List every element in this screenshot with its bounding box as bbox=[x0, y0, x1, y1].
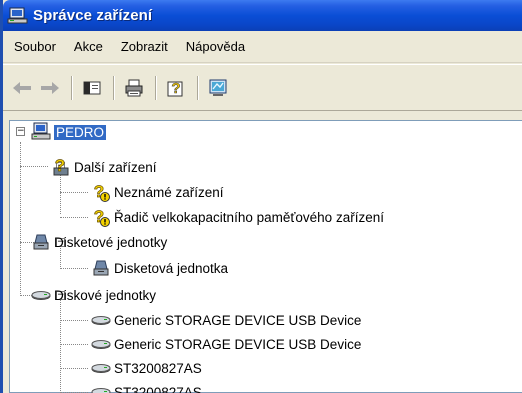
tree-node-label: Neznámé zařízení bbox=[114, 184, 224, 200]
toolbar-separator bbox=[197, 75, 199, 100]
tree-node-mass-storage-controller[interactable]: ? Řadič velkokapacitního paměťového zaří… bbox=[91, 206, 384, 228]
floppy-icon bbox=[31, 232, 51, 252]
tree-node-label: Diskové jednotky bbox=[54, 287, 157, 303]
forward-button[interactable] bbox=[37, 75, 63, 101]
scan-hardware-icon bbox=[209, 79, 227, 96]
properties-view-button[interactable] bbox=[79, 75, 105, 101]
menu-bar: Soubor Akce Zobrazit Nápověda bbox=[3, 31, 522, 63]
toolbar-separator bbox=[113, 75, 115, 100]
back-button[interactable] bbox=[9, 75, 35, 101]
tree-connector bbox=[20, 166, 48, 167]
computer-icon bbox=[31, 122, 51, 142]
tree-node-label: Disketové jednotky bbox=[54, 234, 168, 250]
toolbar-separator bbox=[155, 75, 157, 100]
tree-node-hdd-1[interactable]: ST3200827AS bbox=[91, 357, 202, 379]
scan-hardware-button[interactable] bbox=[205, 75, 231, 101]
tree-node-label: Generic STORAGE DEVICE USB Device bbox=[114, 336, 362, 352]
help-icon: ? bbox=[167, 79, 183, 97]
tree-node-floppy-drives[interactable]: Disketové jednotky bbox=[31, 231, 167, 253]
unknown-device-icon: ? bbox=[51, 156, 71, 177]
tree-node-other-devices[interactable]: ? Další zařízení bbox=[51, 156, 157, 178]
disk-icon bbox=[91, 334, 111, 354]
svg-text:?: ? bbox=[55, 157, 65, 175]
warning-device-icon: ? bbox=[91, 207, 111, 227]
tree-connector bbox=[60, 268, 88, 269]
tree-node-floppy-drive[interactable]: Disketová jednotka bbox=[91, 257, 228, 279]
tree-node-usb-storage-1[interactable]: Generic STORAGE DEVICE USB Device bbox=[91, 309, 361, 331]
back-icon bbox=[13, 81, 31, 94]
title-bar[interactable]: Správce zařízení bbox=[3, 0, 522, 31]
tree-node-label: Generic STORAGE DEVICE USB Device bbox=[114, 312, 362, 328]
properties-view-icon bbox=[83, 81, 101, 94]
print-button[interactable] bbox=[121, 75, 147, 101]
floppy-icon bbox=[91, 258, 111, 278]
disk-icon bbox=[91, 382, 111, 393]
device-manager-window: Správce zařízení Soubor Akce Zobrazit Ná… bbox=[0, 0, 522, 393]
svg-text:?: ? bbox=[171, 80, 180, 97]
window-title: Správce zařízení bbox=[33, 7, 153, 24]
device-manager-icon bbox=[7, 6, 29, 26]
tree-node-label: ST3200827AS bbox=[114, 384, 202, 393]
menu-napoveda[interactable]: Nápověda bbox=[179, 39, 252, 54]
device-tree: − PEDRO − ? Další zařízení ? Neznámé zař… bbox=[9, 120, 522, 393]
tree-node-unknown-device[interactable]: ? Neznámé zařízení bbox=[91, 181, 224, 203]
tree-node-hdd-2[interactable]: ST3200827AS bbox=[91, 381, 202, 393]
tree-connector bbox=[60, 368, 88, 369]
tree-node-label: Disketová jednotka bbox=[114, 260, 229, 276]
menu-soubor[interactable]: Soubor bbox=[7, 39, 63, 54]
disk-icon bbox=[91, 310, 111, 330]
tree-node-label: PEDRO bbox=[54, 124, 107, 140]
toolbar: ? bbox=[3, 64, 522, 111]
print-icon bbox=[125, 79, 143, 96]
tree-node-label: ST3200827AS bbox=[114, 360, 202, 376]
disk-icon bbox=[91, 358, 111, 378]
toolbar-separator bbox=[71, 75, 73, 100]
help-button[interactable]: ? bbox=[163, 75, 189, 101]
tree-connector bbox=[60, 344, 88, 345]
menu-akce[interactable]: Akce bbox=[67, 39, 110, 54]
tree-connector bbox=[60, 297, 61, 393]
collapse-toggle[interactable]: − bbox=[16, 127, 25, 136]
tree-node-usb-storage-2[interactable]: Generic STORAGE DEVICE USB Device bbox=[91, 333, 361, 355]
disk-icon bbox=[31, 285, 51, 305]
tree-node-label: Další zařízení bbox=[74, 159, 157, 175]
tree-connector bbox=[60, 192, 88, 193]
tree-node-root[interactable]: PEDRO bbox=[31, 121, 107, 143]
tree-node-disk-drives[interactable]: Diskové jednotky bbox=[31, 284, 156, 306]
warning-device-icon: ? bbox=[91, 182, 111, 202]
tree-node-label: Řadič velkokapacitního paměťového zaříze… bbox=[114, 209, 384, 225]
tree-connector bbox=[60, 217, 88, 218]
menu-zobrazit[interactable]: Zobrazit bbox=[114, 39, 175, 54]
tree-connector bbox=[60, 320, 88, 321]
forward-icon bbox=[41, 81, 59, 94]
